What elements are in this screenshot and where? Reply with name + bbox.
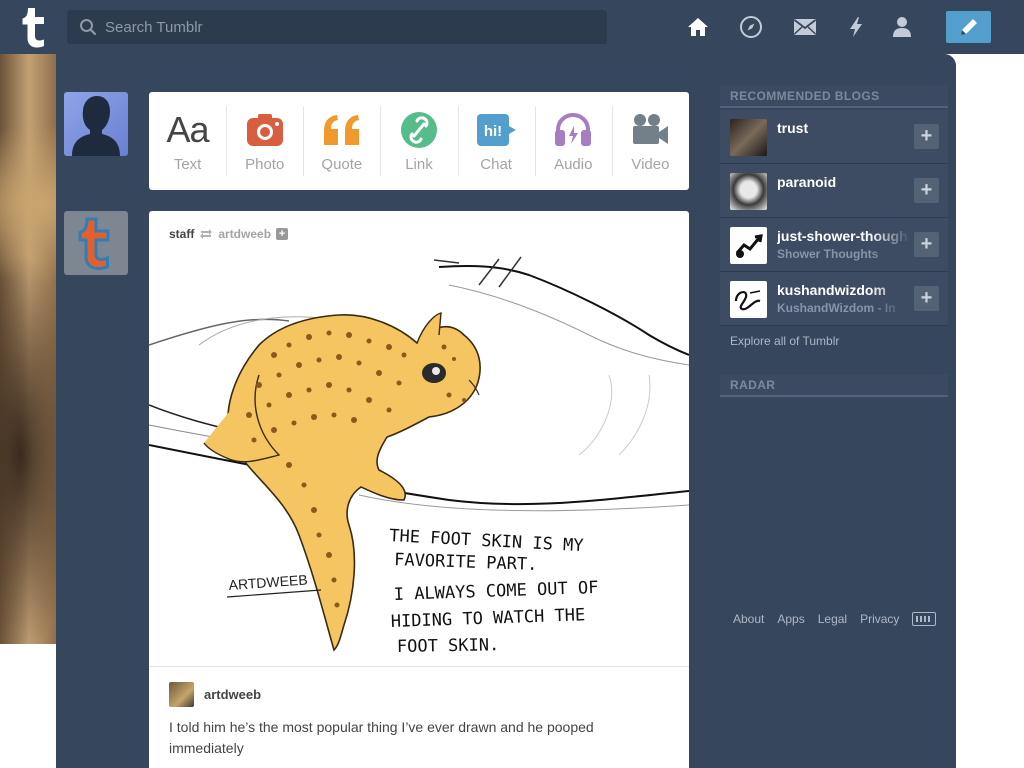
search-icon <box>80 19 97 36</box>
post-type-video[interactable]: Video <box>611 92 689 190</box>
post-type-selector: Aa Text Photo Quote Link hi! Chat Audio <box>149 92 689 190</box>
post-type-label: Quote <box>321 156 363 173</box>
quote-icon <box>321 110 363 150</box>
recommended-blogs-list: trust + paranoid + just-shower-thoughts … <box>720 110 948 326</box>
link-icon <box>400 110 438 150</box>
compose-post-button[interactable] <box>946 11 991 43</box>
follow-button[interactable]: + <box>914 232 939 257</box>
reblog-icon <box>200 229 213 239</box>
post-type-audio[interactable]: Audio <box>534 92 612 190</box>
post-type-label: Text <box>173 156 202 173</box>
post-type-label: Audio <box>554 156 593 173</box>
privacy-link[interactable]: Privacy <box>860 612 899 626</box>
blog-avatar[interactable] <box>730 119 767 156</box>
post-caption: I told him he’s the most popular thing I… <box>169 719 594 756</box>
explore-compass-icon[interactable] <box>739 15 763 39</box>
legal-link[interactable]: Legal <box>818 612 847 626</box>
camera-icon <box>245 110 285 150</box>
name-fade <box>870 164 910 217</box>
search-bar[interactable] <box>67 10 607 44</box>
post-divider <box>149 666 689 667</box>
text-aa-icon: Aa <box>166 109 210 150</box>
inbox-mail-icon[interactable] <box>793 15 817 39</box>
top-navbar <box>0 0 1024 54</box>
post-type-label: Video <box>631 156 670 173</box>
blog-avatar[interactable] <box>730 173 767 210</box>
sidebar-footer: About Apps Legal Privacy <box>733 612 937 626</box>
source-blog-name[interactable]: artdweeb <box>204 687 261 702</box>
post-type-label: Photo <box>245 156 285 173</box>
dashboard-post: staff artdweeb + ARTDWEEB THE FOOT SKIN … <box>149 211 689 768</box>
search-input[interactable] <box>105 10 595 44</box>
post-header: staff artdweeb + <box>169 227 289 241</box>
name-fade <box>870 110 910 163</box>
gecko-artwork: ARTDWEEB THE FOOT SKIN IS MY FAVORITE PA… <box>149 256 689 657</box>
recommended-blog-item[interactable]: paranoid + <box>720 164 948 218</box>
radar-title: RADAR <box>720 374 948 397</box>
pencil-icon <box>960 19 977 35</box>
keyboard-shortcuts-icon[interactable] <box>912 612 937 626</box>
source-blog-avatar[interactable] <box>169 682 194 707</box>
post-type-text[interactable]: Aa Text <box>149 92 226 190</box>
artist-signature: ARTDWEEB <box>228 572 308 593</box>
art-caption-line: FAVORITE PART. <box>394 550 538 575</box>
post-type-label: Chat <box>480 156 512 173</box>
name-fade <box>870 218 910 271</box>
home-icon[interactable] <box>686 15 710 39</box>
headphones-icon <box>553 110 593 150</box>
post-blog-name[interactable]: staff <box>169 227 194 241</box>
svg-text:hi!: hi! <box>484 123 502 140</box>
apps-link[interactable]: Apps <box>777 612 804 626</box>
post-type-chat[interactable]: hi! Chat <box>457 92 535 190</box>
tumblr-logo-icon[interactable] <box>14 6 54 48</box>
reblog-source: artdweeb <box>169 682 261 707</box>
follow-button[interactable]: + <box>914 178 939 203</box>
art-caption-line: I ALWAYS COME OUT OF <box>393 578 598 605</box>
art-caption-line: HIDING TO WATCH THE <box>390 605 585 632</box>
script-logo-icon <box>734 290 761 311</box>
art-caption-line: FOOT SKIN. <box>397 635 500 657</box>
name-fade <box>870 272 910 325</box>
chat-bubble-icon: hi! <box>475 110 517 150</box>
explore-link[interactable]: Explore all of Tumblr <box>730 334 839 348</box>
shower-thoughts-logo-icon <box>735 234 763 258</box>
blog-avatar[interactable] <box>730 227 767 264</box>
follow-plus-icon[interactable]: + <box>276 228 289 240</box>
post-type-link[interactable]: Link <box>380 92 457 190</box>
reblogged-from-name[interactable]: artdweeb <box>218 227 271 241</box>
recommended-blog-item[interactable]: kushandwizdom KushandWizdom - In + <box>720 272 948 326</box>
staff-blog-avatar[interactable] <box>64 211 128 275</box>
video-camera-icon <box>630 110 670 150</box>
post-type-quote[interactable]: Quote <box>303 92 380 190</box>
post-type-label: Link <box>405 156 433 173</box>
follow-button[interactable]: + <box>914 286 939 311</box>
user-avatar[interactable] <box>64 92 128 156</box>
recommended-blog-item[interactable]: trust + <box>720 110 948 164</box>
blog-avatar[interactable] <box>730 281 767 318</box>
account-person-icon[interactable] <box>890 15 914 39</box>
activity-lightning-icon[interactable] <box>844 15 868 39</box>
post-type-photo[interactable]: Photo <box>226 92 303 190</box>
recommended-blog-item[interactable]: just-shower-thoughts Shower Thoughts + <box>720 218 948 272</box>
follow-button[interactable]: + <box>914 124 939 149</box>
about-link[interactable]: About <box>733 612 764 626</box>
recommended-blogs-title: RECOMMENDED BLOGS <box>720 85 948 108</box>
